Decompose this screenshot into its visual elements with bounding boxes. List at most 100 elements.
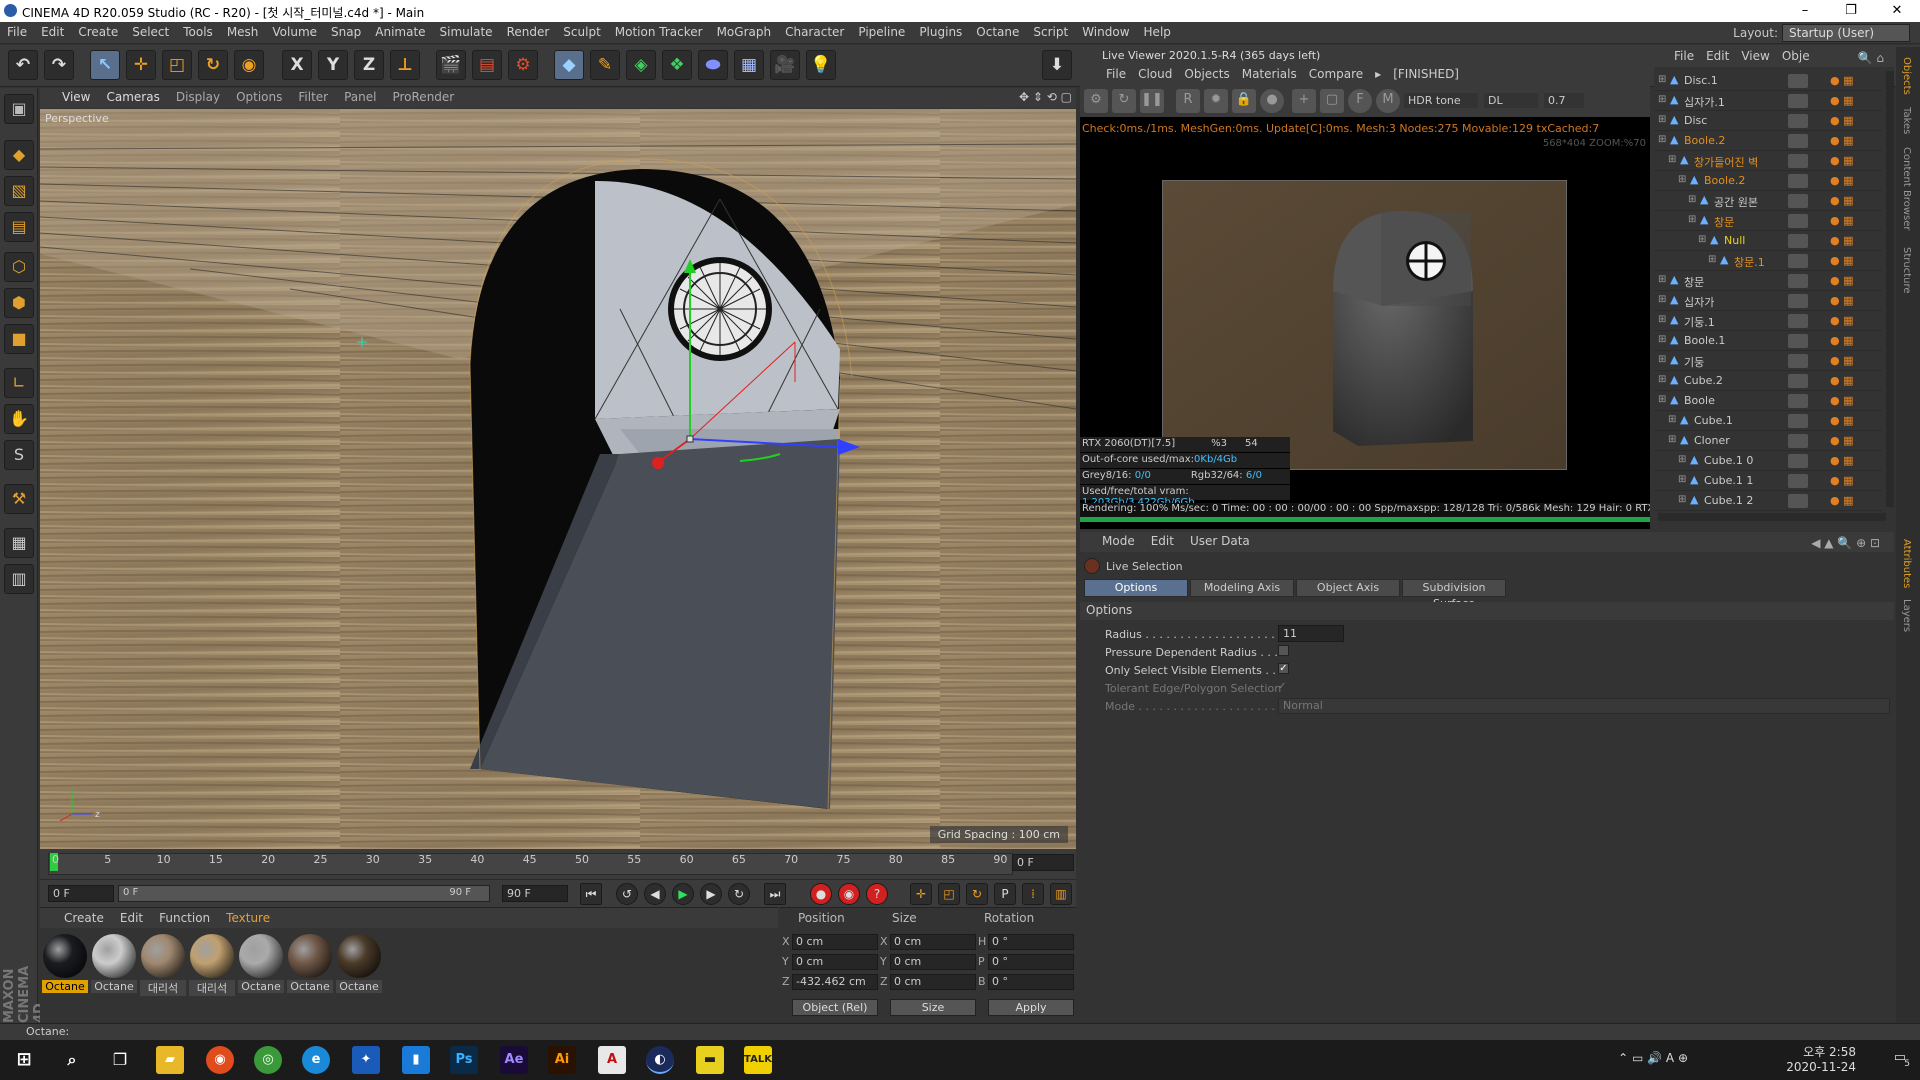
redo-icon[interactable]: ↷ <box>44 50 74 80</box>
expand-icon[interactable]: ⊞ <box>1668 414 1676 425</box>
menu-tools[interactable]: Tools <box>176 22 220 44</box>
tag-icons[interactable]: ● ▦ <box>1830 154 1854 167</box>
vp-menu-prorender[interactable]: ProRender <box>384 88 462 106</box>
lv-menu-materials[interactable]: Materials <box>1236 65 1303 83</box>
timeline-window-icon[interactable]: ▥ <box>1050 883 1072 905</box>
task-view-icon[interactable]: ❐ <box>106 1046 134 1074</box>
floor-icon[interactable]: ▦ <box>734 50 764 80</box>
tag-icons[interactable]: ● ▦ <box>1830 214 1854 227</box>
tag-icons[interactable]: ● ▦ <box>1830 254 1854 267</box>
menu-octane[interactable]: Octane <box>969 22 1026 44</box>
visibility-flags[interactable] <box>1788 254 1808 268</box>
expand-icon[interactable]: ⊞ <box>1688 194 1696 205</box>
tag-icons[interactable]: ● ▦ <box>1830 334 1854 347</box>
visibility-flags[interactable] <box>1788 354 1808 368</box>
illustrator-icon[interactable]: Ai <box>548 1046 576 1074</box>
menu-simulate[interactable]: Simulate <box>433 22 500 44</box>
size-mode-dropdown[interactable]: Size <box>890 999 976 1016</box>
rotate-icon[interactable]: ↻ <box>198 50 228 80</box>
visibility-flags[interactable] <box>1788 74 1808 88</box>
lv-menu-file[interactable]: File <box>1100 65 1132 83</box>
visibility-flags[interactable] <box>1788 494 1808 508</box>
camera-icon[interactable]: 🎥 <box>770 50 800 80</box>
clock-date[interactable]: 2020-11-24 <box>1770 1060 1856 1074</box>
visible-only-checkbox[interactable]: ✓ <box>1278 663 1289 674</box>
next-key-icon[interactable]: ↻ <box>728 883 750 905</box>
mode-dropdown[interactable]: Normal <box>1278 698 1890 714</box>
attr-nav-icons[interactable]: ◀ ▲ 🔍 ⊕ ⊡ <box>1803 534 1888 552</box>
tag-icons[interactable]: ● ▦ <box>1830 494 1854 507</box>
render-settings-gear-icon[interactable]: ✹ <box>1204 89 1228 113</box>
layout-selector[interactable]: Layout: Startup (User) <box>1733 24 1910 42</box>
tab-attributes[interactable]: Attributes <box>1901 539 1912 588</box>
object-row[interactable]: ⊞ ▲ Boole.2 ● ▦ <box>1654 131 1882 151</box>
tab-objects[interactable]: Objects <box>1901 57 1912 95</box>
expand-icon[interactable]: ⊞ <box>1698 234 1706 245</box>
material-swatch[interactable]: Octane <box>336 934 382 996</box>
size-z-field[interactable]: 0 cm <box>890 974 976 990</box>
render-picture-viewer-icon[interactable]: ▤ <box>472 50 502 80</box>
tag-icons[interactable]: ● ▦ <box>1830 234 1854 247</box>
next-frame-icon[interactable]: ▶ <box>700 883 722 905</box>
position-x-field[interactable]: 0 cm <box>792 934 878 950</box>
visibility-flags[interactable] <box>1788 114 1808 128</box>
menu-sculpt[interactable]: Sculpt <box>556 22 607 44</box>
lv-menu-compare[interactable]: Compare <box>1303 65 1369 83</box>
tag-icons[interactable]: ● ▦ <box>1830 174 1854 187</box>
visibility-flags[interactable] <box>1788 314 1808 328</box>
visibility-flags[interactable] <box>1788 214 1808 228</box>
add-icon[interactable]: + <box>1292 89 1316 113</box>
expand-icon[interactable]: ⊞ <box>1678 474 1686 485</box>
tag-icons[interactable]: ● ▦ <box>1830 394 1854 407</box>
material-swatch[interactable]: Octane <box>42 934 88 996</box>
object-row[interactable]: ⊞ ▲ Disc.1 ● ▦ <box>1654 71 1882 91</box>
x-axis-lock-button[interactable]: X <box>282 50 312 80</box>
scale-icon[interactable]: ◰ <box>162 50 192 80</box>
visibility-flags[interactable] <box>1788 234 1808 248</box>
planar-workplane-icon[interactable]: ▦ <box>4 528 34 558</box>
object-row[interactable]: ⊞ ▲ 기둥 ● ▦ <box>1654 351 1882 371</box>
object-row[interactable]: ⊞ ▲ Cube.1 1 ● ▦ <box>1654 471 1882 491</box>
key-point-level-icon[interactable]: ⁞ <box>1022 883 1044 905</box>
file-explorer-icon[interactable]: ▰ <box>156 1046 184 1074</box>
timeline-ruler[interactable]: 0 5 10 15 20 25 30 35 40 45 50 55 60 65 70 75 80 85 90 0 F <box>40 849 1076 879</box>
menu-edit[interactable]: Edit <box>34 22 71 44</box>
preview-range-slider[interactable]: 0 F 90 F <box>118 885 490 902</box>
clock-time[interactable]: 오후 2:58 <box>1770 1043 1856 1060</box>
tag-icons[interactable]: ● ▦ <box>1830 454 1854 467</box>
previous-key-icon[interactable]: ↺ <box>616 883 638 905</box>
expand-icon[interactable]: ⊞ <box>1668 434 1676 445</box>
material-swatch[interactable]: Octane <box>238 934 284 996</box>
visibility-flags[interactable] <box>1788 134 1808 148</box>
edges-mode-icon[interactable]: ⬢ <box>4 288 34 318</box>
sticky-notes-icon[interactable]: ▬ <box>696 1046 724 1074</box>
vp-menu-cameras[interactable]: Cameras <box>98 88 167 106</box>
attr-menu-edit[interactable]: Edit <box>1143 532 1182 550</box>
visibility-flags[interactable] <box>1788 274 1808 288</box>
doc-viewer-icon[interactable]: ▮ <box>402 1046 430 1074</box>
object-row[interactable]: ⊞ ▲ 창문.1 ● ▦ <box>1654 251 1882 271</box>
menu-help[interactable]: Help <box>1137 22 1178 44</box>
rotation-b-field[interactable]: 0 ° <box>988 974 1074 990</box>
expand-icon[interactable]: ⊞ <box>1658 274 1666 285</box>
menu-mesh[interactable]: Mesh <box>220 22 266 44</box>
minimize-button[interactable]: – <box>1782 0 1828 22</box>
subdivision-surface-icon[interactable]: ◈ <box>626 50 656 80</box>
viewport-nav-icons[interactable]: ✥ ⇕ ⟲ ▢ <box>1019 90 1072 104</box>
material-swatch[interactable]: 대리석 <box>140 934 186 996</box>
position-z-field[interactable]: -432.462 cm <box>792 974 878 990</box>
size-x-field[interactable]: 0 cm <box>890 934 976 950</box>
expand-icon[interactable]: ⊞ <box>1668 154 1676 165</box>
close-button[interactable]: ✕ <box>1874 0 1920 22</box>
expand-icon[interactable]: ⊞ <box>1658 354 1666 365</box>
tab-structure[interactable]: Structure <box>1901 247 1912 294</box>
material-sphere-icon[interactable]: ● <box>1260 89 1284 113</box>
material-swatch[interactable]: Octane <box>287 934 333 996</box>
bird-app-icon[interactable]: ✦ <box>352 1046 380 1074</box>
tag-icons[interactable]: ● ▦ <box>1830 94 1854 107</box>
light-icon[interactable]: 💡 <box>806 50 836 80</box>
cube-primitive-icon[interactable]: ◆ <box>554 50 584 80</box>
object-h-scrollbar[interactable] <box>1658 513 1886 521</box>
object-row[interactable]: ⊞ ▲ Cube.2 ● ▦ <box>1654 371 1882 391</box>
expand-icon[interactable]: ⊞ <box>1658 314 1666 325</box>
